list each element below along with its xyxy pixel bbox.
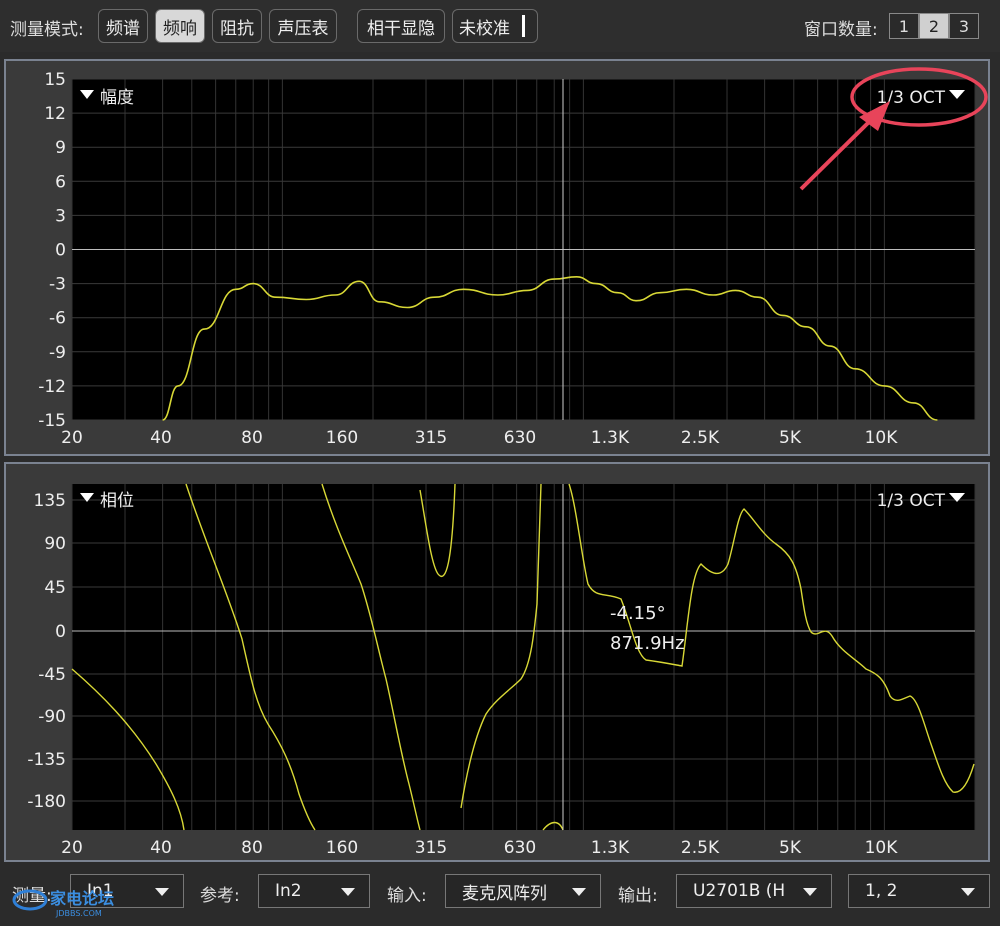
x-tick-label: 1.3K	[591, 428, 630, 448]
toolbar: 测量模式: 频谱 频响 阻抗 声压表 相干显隐 未校准 窗口数量: 1 2 3	[0, 0, 1000, 52]
x-tick-label: 5K	[779, 428, 802, 448]
chevron-down-icon	[961, 888, 975, 896]
magnitude-panel: 15 12 9 6 3 0 -3 -6 -9 -12 -15 20 40 80 160 315 630 1.3K…	[4, 59, 990, 456]
magnitude-title: 幅度	[100, 88, 134, 108]
mode-spl-meter-button[interactable]: 声压表	[269, 9, 337, 43]
window-count-label: 窗口数量:	[804, 20, 878, 40]
x-tick-label: 80	[241, 428, 263, 448]
calibration-button[interactable]: 未校准	[452, 9, 538, 43]
input-label: 输入:	[387, 886, 427, 906]
watermark-text: 家电论坛	[50, 889, 114, 908]
mode-label: 测量模式:	[10, 20, 84, 40]
y-tick-label: -90	[38, 707, 66, 727]
reference-value: In2	[275, 881, 302, 901]
input-value: 麦克风阵列	[462, 883, 547, 904]
magnitude-chart[interactable]: 15129630-3-6-9-12-15 20 40 80 160 315 630 1.3K…	[6, 61, 988, 454]
x-tick-label: 1.3K	[591, 838, 630, 858]
y-tick-label: 12	[44, 104, 66, 124]
phase-plot-area	[72, 484, 975, 830]
mode-frequency-response-button[interactable]: 频响	[155, 9, 205, 43]
channels-select[interactable]: 1, 2	[848, 874, 990, 908]
phase-smoothing[interactable]: 1/3 OCT	[877, 491, 946, 511]
x-tick-label: 315	[415, 838, 447, 858]
reference-select[interactable]: In2	[258, 874, 370, 908]
channels-value: 1, 2	[865, 881, 898, 901]
y-tick-label: -45	[38, 665, 66, 685]
window-count-1[interactable]: 1	[889, 13, 919, 39]
watermark-swoosh-icon	[12, 889, 48, 911]
mode-spectrum-button[interactable]: 频谱	[98, 9, 148, 43]
y-tick-label: 3	[55, 206, 66, 226]
x-tick-label: 2.5K	[681, 838, 720, 858]
chevron-down-icon	[572, 888, 586, 896]
chevron-down-icon	[803, 888, 817, 896]
y-tick-label: 135	[34, 491, 66, 511]
x-tick-label: 2.5K	[681, 428, 720, 448]
output-label: 输出:	[618, 886, 658, 906]
x-tick-label: 315	[415, 428, 447, 448]
x-tick-label: 10K	[865, 428, 899, 448]
coherence-toggle-button[interactable]: 相干显隐	[357, 9, 445, 43]
cursor-frequency-readout: 871.9Hz	[610, 633, 685, 654]
x-tick-label: 40	[150, 428, 172, 448]
y-tick-label: -135	[27, 750, 66, 770]
y-tick-label: -6	[49, 309, 66, 329]
reference-label: 参考:	[200, 886, 240, 906]
window-count-2[interactable]: 2	[919, 13, 949, 39]
x-tick-label: 20	[61, 428, 83, 448]
x-tick-label: 80	[241, 838, 263, 858]
y-tick-label: -180	[27, 792, 66, 812]
x-tick-label: 40	[150, 838, 172, 858]
input-select[interactable]: 麦克风阵列	[445, 874, 601, 908]
chevron-down-icon	[341, 888, 355, 896]
phase-title: 相位	[100, 491, 134, 511]
y-tick-label: -12	[38, 377, 66, 397]
y-tick-label: 0	[55, 622, 66, 642]
mode-impedance-button[interactable]: 阻抗	[212, 9, 262, 43]
y-tick-label: 90	[44, 534, 66, 554]
x-tick-label: 160	[326, 838, 358, 858]
y-tick-label: 0	[55, 241, 66, 261]
x-tick-label: 20	[61, 838, 83, 858]
y-tick-label: 15	[44, 70, 66, 90]
y-tick-label: 45	[44, 578, 66, 598]
window-count-3[interactable]: 3	[949, 13, 979, 39]
x-tick-label: 630	[504, 428, 536, 448]
channel-bar: 测量: In1 参考: In2 输入: 麦克风阵列 输出: U2701B (H …	[0, 866, 1000, 926]
chevron-down-icon	[155, 888, 169, 896]
x-tick-label: 5K	[779, 838, 802, 858]
watermark-subtext: JDBBS.COM	[55, 909, 102, 918]
phase-chart[interactable]: 135 90 45 0 -45 -90 -135 -180 20 40 80 160 315 630 1.…	[6, 464, 988, 860]
x-tick-label: 10K	[865, 838, 899, 858]
output-select[interactable]: U2701B (H	[676, 874, 832, 908]
phase-panel: 135 90 45 0 -45 -90 -135 -180 20 40 80 160 315 630 1.…	[4, 462, 990, 862]
calibration-slider-icon	[522, 15, 525, 37]
calibration-label: 未校准	[459, 18, 510, 39]
output-value: U2701B (H	[693, 881, 786, 901]
x-tick-label: 160	[326, 428, 358, 448]
y-tick-label: -9	[49, 343, 66, 363]
y-tick-label: 9	[55, 138, 66, 158]
y-tick-label: -3	[49, 275, 66, 295]
watermark-logo: 家电论坛 JDBBS.COM	[8, 884, 138, 920]
x-tick-label: 630	[504, 838, 536, 858]
cursor-phase-readout: -4.15°	[610, 603, 666, 624]
y-tick-label: 6	[55, 172, 66, 192]
